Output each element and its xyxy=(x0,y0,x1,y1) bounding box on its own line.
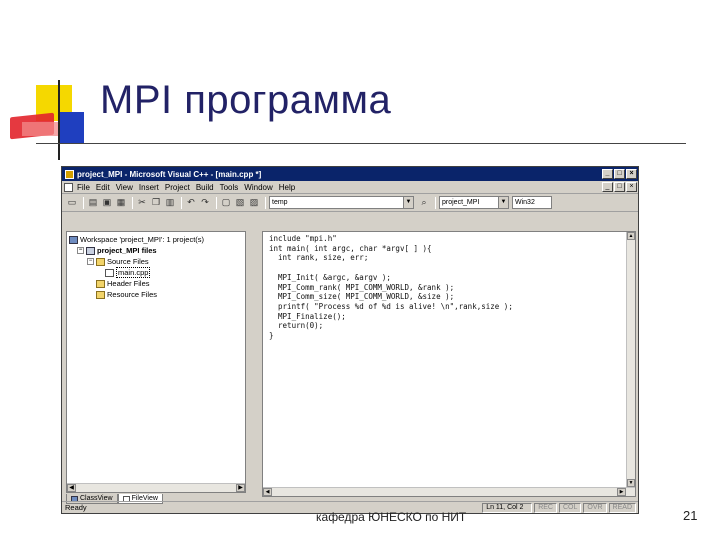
code-text[interactable]: include "mpi.h" int main( int argc, char … xyxy=(269,234,513,341)
project-icon xyxy=(86,246,95,255)
save-icon[interactable]: ▣ xyxy=(101,197,113,209)
tree-label: Workspace 'project_MPI': 1 project(s) xyxy=(80,235,205,244)
code-line[interactable] xyxy=(269,263,513,273)
status-ovr: OVR xyxy=(583,502,607,513)
decor-pink-bar xyxy=(22,122,62,136)
app-icon xyxy=(65,169,74,179)
workspace-scrollbar[interactable]: ◀ ▶ xyxy=(67,483,245,492)
tree-item-workspace[interactable]: Workspace 'project_MPI': 1 project(s) xyxy=(69,234,243,245)
windows-list-icon[interactable]: ▨ xyxy=(248,197,260,209)
file-icon xyxy=(105,268,114,277)
page-number: 21 xyxy=(683,508,698,523)
cut-icon[interactable]: ✂ xyxy=(136,197,148,209)
code-line[interactable]: int main( int argc, char *argv[ ] ){ xyxy=(269,244,513,254)
ide-window: project_MPI - Microsoft Visual C++ - [ma… xyxy=(61,166,639,514)
title-underline xyxy=(36,143,686,144)
tree-label: main.cpp xyxy=(116,267,151,278)
platform-combo-value: Win32 xyxy=(515,199,535,206)
scroll-right-icon[interactable]: ▶ xyxy=(617,488,626,496)
title-bar[interactable]: project_MPI - Microsoft Visual C++ - [ma… xyxy=(62,167,638,181)
window-title: project_MPI - Microsoft Visual C++ - [ma… xyxy=(77,169,262,179)
scroll-right-icon[interactable]: ▶ xyxy=(236,484,245,492)
menu-help[interactable]: Help xyxy=(279,183,295,192)
folder-icon xyxy=(96,257,105,266)
workspace-icon xyxy=(69,235,78,244)
find-in-files-icon[interactable]: ⌕ xyxy=(418,197,430,209)
code-line[interactable]: include "mpi.h" xyxy=(269,234,513,244)
tree-label: project_MPI files xyxy=(97,246,157,255)
menu-window[interactable]: Window xyxy=(244,183,272,192)
paste-icon[interactable]: ▥ xyxy=(164,197,176,209)
menu-file[interactable]: File xyxy=(77,183,90,192)
code-line[interactable]: MPI_Finalize(); xyxy=(269,312,513,322)
find-combo-value: temp xyxy=(272,199,288,206)
menu-insert[interactable]: Insert xyxy=(139,183,159,192)
status-read: READ xyxy=(608,502,636,513)
folder-icon xyxy=(96,279,105,288)
code-line[interactable]: MPI_Comm_size( MPI_COMM_WORLD, &size ); xyxy=(269,292,513,302)
close-button[interactable]: × xyxy=(626,169,637,179)
code-line[interactable]: MPI_Init( &argc, &argv ); xyxy=(269,273,513,283)
minimize-button[interactable]: _ xyxy=(602,169,613,179)
save-all-icon[interactable]: ▦ xyxy=(115,197,127,209)
code-line[interactable]: } xyxy=(269,331,513,341)
menu-bar: File Edit View Insert Project Build Tool… xyxy=(62,181,638,194)
menu-build[interactable]: Build xyxy=(196,183,214,192)
open-folder-icon[interactable]: ▤ xyxy=(87,197,99,209)
menu-edit[interactable]: Edit xyxy=(96,183,110,192)
menu-view[interactable]: View xyxy=(116,183,133,192)
decor-blue-square xyxy=(58,112,84,144)
menu-tools[interactable]: Tools xyxy=(220,183,239,192)
new-file-icon[interactable]: ▭ xyxy=(66,197,78,209)
copy-icon[interactable]: ❐ xyxy=(150,197,162,209)
menu-project[interactable]: Project xyxy=(165,183,190,192)
collapse-icon[interactable]: − xyxy=(87,258,94,265)
workspace-pane: Workspace 'project_MPI': 1 project(s) − … xyxy=(66,231,246,493)
tree-item-main-cpp[interactable]: main.cpp xyxy=(69,267,243,278)
tree-item-project[interactable]: − project_MPI files xyxy=(69,245,243,256)
slide-title: MPI программа xyxy=(100,78,392,122)
doc-close-button[interactable]: × xyxy=(626,182,637,192)
status-rec: REC xyxy=(534,502,557,513)
config-combo-value: project_MPI xyxy=(442,199,480,206)
chevron-down-icon[interactable]: ▼ xyxy=(403,197,413,208)
scroll-up-icon[interactable]: ▲ xyxy=(627,232,635,240)
doc-restore-button[interactable]: □ xyxy=(614,182,625,192)
code-line[interactable]: MPI_Comm_rank( MPI_COMM_WORLD, &rank ); xyxy=(269,283,513,293)
redo-icon[interactable]: ↷ xyxy=(199,197,211,209)
tree-item-source-files[interactable]: − Source Files xyxy=(69,256,243,267)
scroll-left-icon[interactable]: ◀ xyxy=(67,484,76,492)
code-line[interactable]: printf( "Process %d of %d is alive! \n",… xyxy=(269,302,513,312)
workspace-toggle-icon[interactable]: ▢ xyxy=(220,197,232,209)
tree-label: Source Files xyxy=(107,257,149,266)
tree-item-resource-files[interactable]: Resource Files xyxy=(69,289,243,300)
scroll-left-icon[interactable]: ◀ xyxy=(263,488,272,496)
maximize-button[interactable]: □ xyxy=(614,169,625,179)
folder-icon xyxy=(96,290,105,299)
collapse-icon[interactable]: − xyxy=(77,247,84,254)
slide-footer: кафедра ЮНЕСКО по НИТ xyxy=(316,510,467,524)
tree-label: Header Files xyxy=(107,279,150,288)
undo-icon[interactable]: ↶ xyxy=(185,197,197,209)
status-position: Ln 11, Col 2 xyxy=(482,502,533,513)
chevron-down-icon[interactable]: ▼ xyxy=(498,197,508,208)
config-combo[interactable]: project_MPI ▼ xyxy=(439,196,509,209)
document-icon xyxy=(64,182,73,192)
tree-item-header-files[interactable]: Header Files xyxy=(69,278,243,289)
tree-label: Resource Files xyxy=(107,290,158,299)
scroll-down-icon[interactable]: ▼ xyxy=(627,479,635,487)
decor-vertical-line xyxy=(58,80,60,160)
status-col: COL xyxy=(558,502,582,513)
code-line[interactable]: return(0); xyxy=(269,321,513,331)
workspace-tree: Workspace 'project_MPI': 1 project(s) − … xyxy=(69,234,243,300)
code-editor[interactable]: include "mpi.h" int main( int argc, char … xyxy=(262,231,636,497)
find-combo[interactable]: temp ▼ xyxy=(269,196,414,209)
doc-minimize-button[interactable]: _ xyxy=(602,182,613,192)
standard-toolbar: ▭ ▤ ▣ ▦ ✂ ❐ ▥ ↶ ↷ ▢ ▧ ▨ temp ▼ ⌕ project… xyxy=(62,194,638,212)
editor-horizontal-scrollbar[interactable]: ◀ ▶ xyxy=(263,487,635,496)
platform-combo[interactable]: Win32 xyxy=(512,196,552,209)
code-line[interactable]: int rank, size, err; xyxy=(269,253,513,263)
editor-vertical-scrollbar[interactable]: ▲ ▼ xyxy=(626,232,635,496)
output-toggle-icon[interactable]: ▧ xyxy=(234,197,246,209)
